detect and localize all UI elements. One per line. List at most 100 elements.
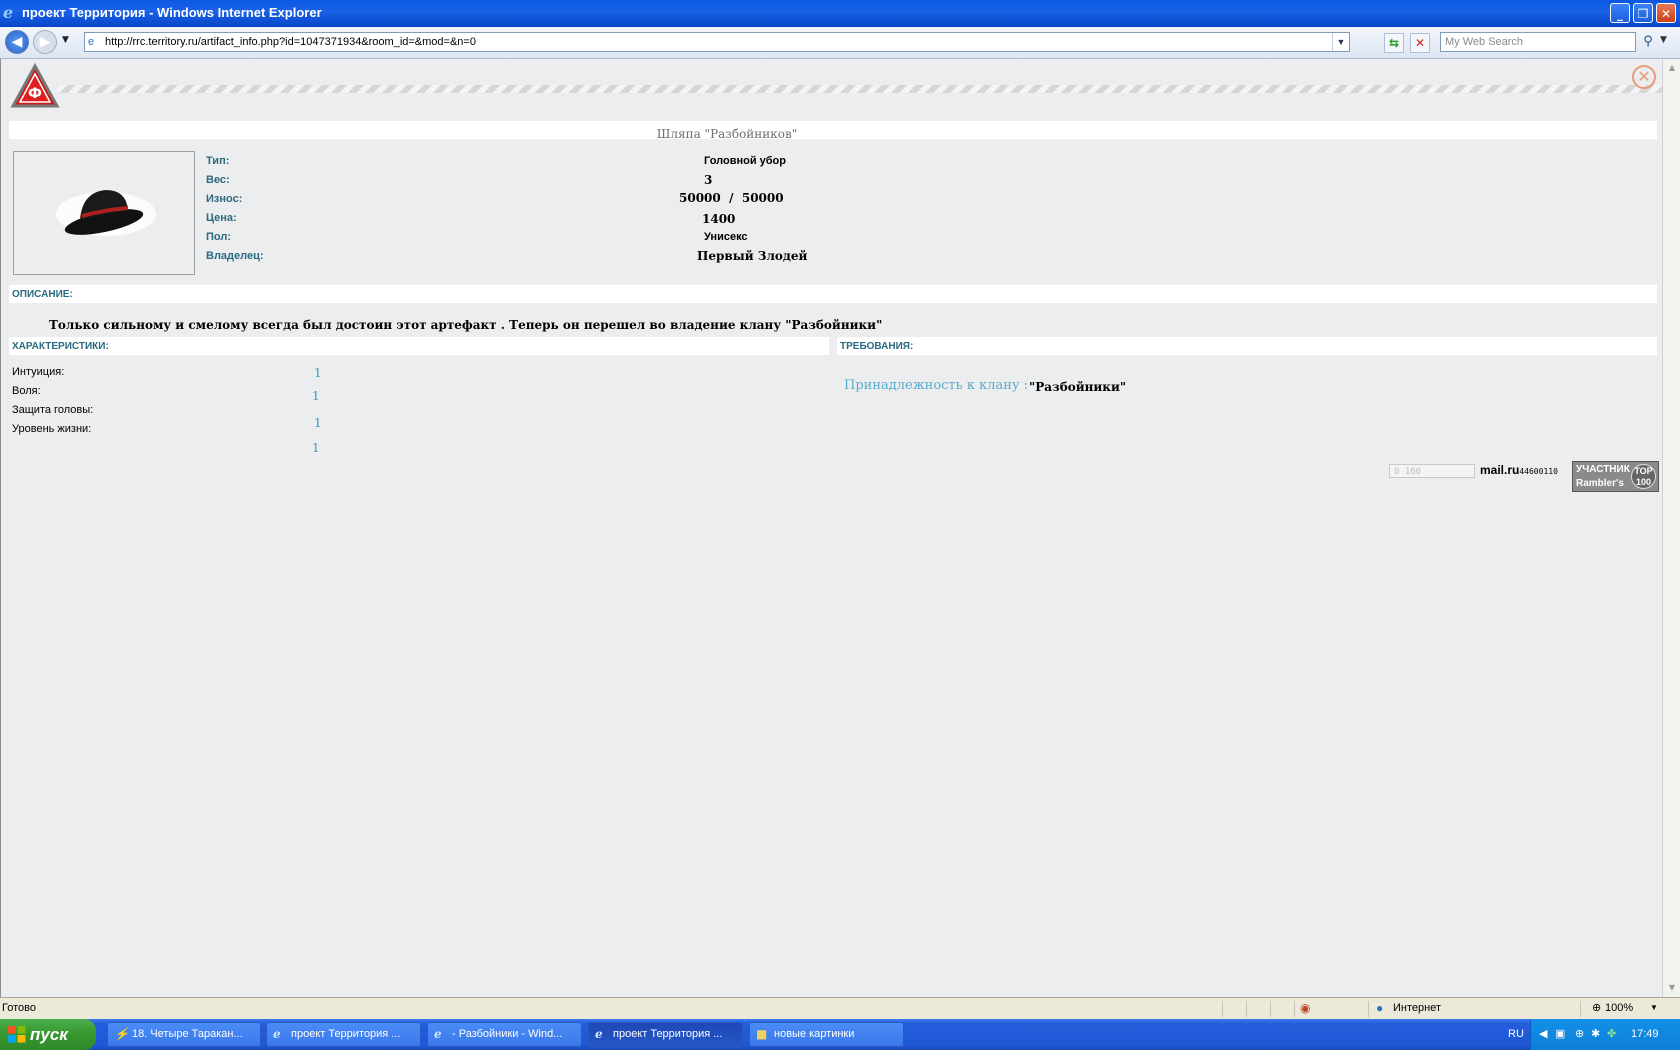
stat-life-label: Уровень жизни:: [12, 423, 92, 435]
task-label: новые картинки: [774, 1028, 855, 1040]
description-label: ОПИСАНИЕ:: [12, 289, 73, 300]
zoom-icon[interactable]: ⊕: [1592, 1001, 1601, 1014]
start-label: пуск: [30, 1025, 68, 1044]
scroll-up-icon[interactable]: ▲: [1665, 61, 1679, 75]
globe-tray-icon[interactable]: ⊕: [1575, 1027, 1584, 1040]
clan-requirement-label: Принадлежность к клану :: [844, 378, 1029, 393]
window-title: проект Территория - Windows Internet Exp…: [22, 5, 322, 20]
history-dropdown-icon[interactable]: ▼: [62, 35, 69, 45]
system-tray: ◀ ▣ ⊕ ✱ ✤ 17:49: [1530, 1019, 1680, 1050]
globe-icon: ●: [1376, 1001, 1384, 1015]
winamp-icon: ⚡: [114, 1027, 129, 1041]
stat-intuition-value: 1: [314, 366, 322, 380]
search-icon[interactable]: ⚲: [1638, 33, 1658, 52]
start-button[interactable]: пуск: [0, 1019, 96, 1050]
site-logo-icon: Ф: [10, 62, 60, 108]
folder-icon: ■: [756, 1027, 768, 1041]
characteristics-label: ХАРАКТЕРИСТИКИ:: [12, 341, 109, 352]
clan-requirement-value: "Разбойники": [1029, 380, 1127, 394]
zoom-level[interactable]: 100%: [1605, 1002, 1633, 1014]
stat-intuition-label: Интуиция:: [12, 366, 65, 378]
address-field[interactable]: e http://rrc.territory.ru/artifact_info.…: [84, 32, 1350, 52]
close-page-icon[interactable]: ✕: [1632, 65, 1656, 89]
rambler-top100-badge[interactable]: УЧАСТНИК Rambler's TOP 100: [1572, 461, 1659, 492]
task-folder[interactable]: ■ новые картинки: [749, 1022, 904, 1047]
close-window-button[interactable]: ✕: [1656, 3, 1676, 23]
task-label: - Разбойники - Wind...: [452, 1028, 563, 1040]
vertical-scrollbar[interactable]: ▲ ▼: [1662, 59, 1680, 997]
status-divider: [1580, 1001, 1581, 1017]
status-divider: [1294, 1001, 1295, 1017]
minimize-button[interactable]: _: [1610, 3, 1630, 23]
mail-counter[interactable]: mail.ru44600110: [1480, 463, 1558, 477]
security-zone: Интернет: [1393, 1002, 1441, 1014]
prop-weight-label: Вес:: [206, 174, 230, 186]
hat-icon: [56, 190, 156, 236]
stat-will-value: 1: [312, 389, 320, 403]
language-indicator[interactable]: RU: [1508, 1028, 1524, 1040]
zoom-dropdown-icon[interactable]: ▼: [1650, 1003, 1658, 1012]
task-winamp[interactable]: ⚡ 18. Четыре Таракан...: [107, 1022, 261, 1047]
status-divider: [1368, 1001, 1369, 1017]
requirements-band: [837, 337, 1657, 355]
clover-icon[interactable]: ✤: [1607, 1027, 1616, 1040]
runner-icon[interactable]: ✱: [1591, 1027, 1600, 1040]
prop-gender-value: Унисекс: [704, 231, 748, 243]
prop-type-value: Головной убор: [704, 155, 786, 167]
prop-durability-value: 50000 / 50000: [679, 191, 784, 205]
stat-head-defense-label: Защита головы:: [12, 404, 94, 416]
task-ie-territory-1[interactable]: e проект Территория ...: [266, 1022, 421, 1047]
svg-text:Ф: Ф: [28, 86, 42, 102]
clock[interactable]: 17:49: [1631, 1028, 1659, 1040]
rambler-participant-label: УЧАСТНИК: [1576, 464, 1630, 475]
address-toolbar: ◀ ▶ ▼ e http://rrc.territory.ru/artifact…: [0, 27, 1680, 59]
back-button[interactable]: ◀: [5, 30, 29, 54]
prop-price-value: 1400: [702, 212, 736, 226]
privacy-icon[interactable]: ◉: [1300, 1001, 1310, 1015]
address-value: http://rrc.territory.ru/artifact_info.ph…: [105, 36, 476, 48]
prop-owner-value: Первый Злодей: [697, 249, 808, 263]
status-text: Готово: [2, 1002, 36, 1014]
stat-life-value: 1: [314, 416, 322, 430]
prop-gender-label: Пол:: [206, 231, 232, 243]
prop-durability-label: Износ:: [206, 193, 243, 205]
description-band: [9, 285, 1657, 303]
ie-icon: e: [434, 1027, 442, 1041]
task-ie-territory-active[interactable]: e проект Территория ...: [588, 1022, 743, 1047]
search-input[interactable]: My Web Search: [1440, 32, 1636, 52]
address-dropdown-icon[interactable]: ▼: [1332, 33, 1349, 51]
search-options-dropdown-icon[interactable]: ▼: [1660, 35, 1667, 45]
status-bar: Готово ◉ ● Интернет ⊕ 100% ▼: [0, 997, 1680, 1020]
ie-icon: e: [3, 3, 14, 22]
task-ie-razboyniki[interactable]: e - Разбойники - Wind...: [427, 1022, 582, 1047]
page-icon: e: [88, 36, 95, 48]
maximize-button[interactable]: ❐: [1633, 3, 1653, 23]
stop-button[interactable]: ✕: [1410, 33, 1430, 53]
task-label: 18. Четыре Таракан...: [132, 1028, 243, 1040]
header-stripe: [57, 85, 1662, 93]
forward-button[interactable]: ▶: [33, 30, 57, 54]
refresh-button[interactable]: ⇆: [1384, 33, 1404, 53]
status-divider: [1270, 1001, 1271, 1017]
window-titlebar[interactable]: e проект Территория - Windows Internet E…: [0, 0, 1680, 27]
requirements-label: ТРЕБОВАНИЯ:: [840, 341, 914, 352]
characteristics-band: [9, 337, 829, 355]
liveinternet-counter[interactable]: 0 160: [1389, 464, 1475, 478]
stat-extra-value: 1: [312, 441, 320, 455]
taskbar: пуск ⚡ 18. Четыре Таракан... e проект Те…: [0, 1019, 1680, 1050]
scroll-down-icon[interactable]: ▼: [1665, 981, 1679, 995]
windows-flag-icon: [8, 1026, 26, 1043]
ie-icon: e: [273, 1027, 281, 1041]
prop-type-label: Тип:: [206, 155, 230, 167]
mail-counter-label: mail.ru: [1480, 463, 1520, 477]
description-text: Только сильному и смелому всегда был дос…: [49, 318, 883, 332]
tray-expand-icon[interactable]: ◀: [1539, 1027, 1547, 1040]
task-label: проект Территория ...: [291, 1028, 401, 1040]
prop-weight-value: 3: [704, 173, 713, 187]
status-divider: [1222, 1001, 1223, 1017]
mail-counter-number: 44600110: [1519, 467, 1558, 476]
rambler-brand-label: Rambler's: [1576, 478, 1624, 489]
task-label: проект Территория ...: [613, 1028, 723, 1040]
prop-owner-label: Владелец:: [206, 250, 264, 262]
network-icon[interactable]: ▣: [1555, 1027, 1565, 1040]
